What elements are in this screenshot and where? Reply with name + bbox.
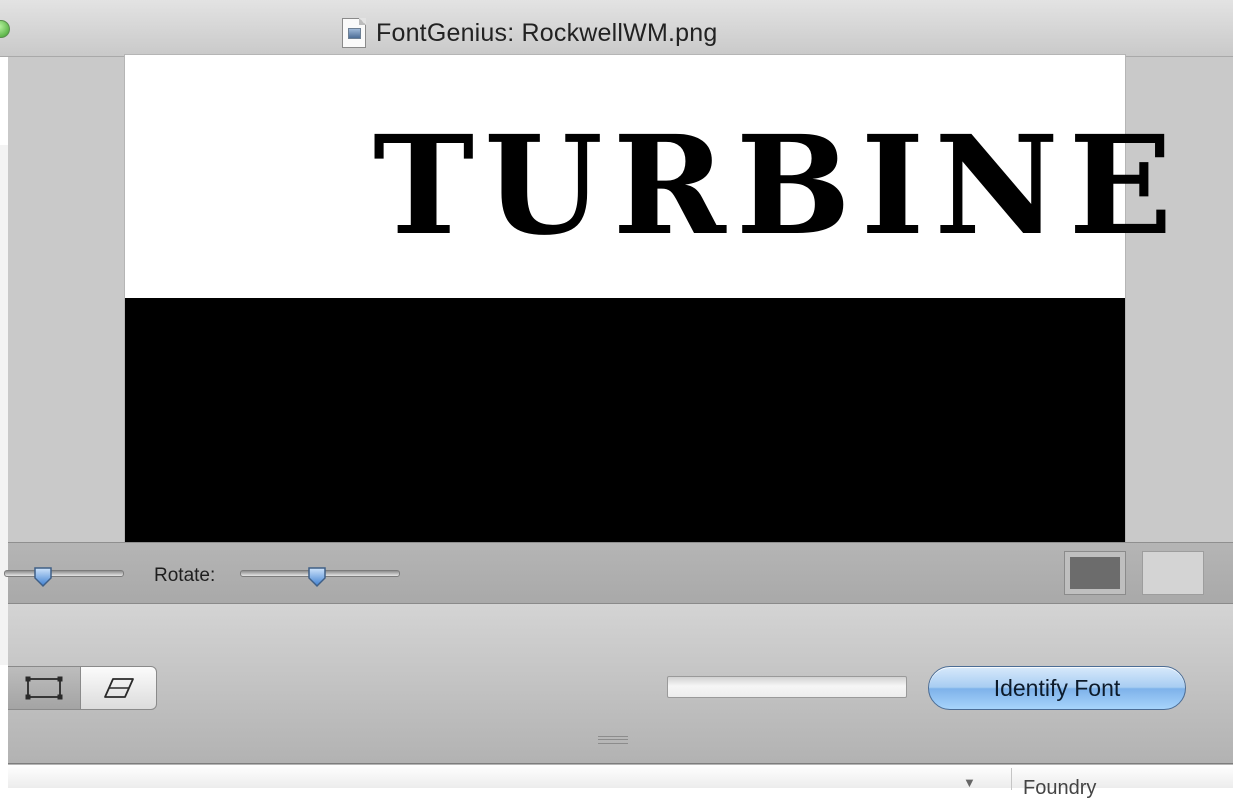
identify-font-button-label: Identify Font bbox=[993, 674, 1121, 701]
marquee-select-icon bbox=[25, 676, 63, 700]
window-title: FontGenius: RockwellWM.png bbox=[376, 18, 718, 47]
document-image-icon bbox=[342, 18, 366, 48]
identify-font-button[interactable]: Identify Font bbox=[928, 666, 1186, 710]
bottom-panel: Identify Font bbox=[8, 604, 1233, 764]
zoom-slider-knob[interactable] bbox=[33, 566, 53, 588]
dark-background-swatch[interactable] bbox=[1064, 551, 1126, 595]
eraser-icon bbox=[103, 678, 134, 698]
rotate-label: Rotate: bbox=[154, 565, 216, 586]
column-separator[interactable] bbox=[1011, 768, 1012, 790]
zoom-slider-track[interactable] bbox=[4, 570, 124, 577]
window-title-group: FontGenius: RockwellWM.png bbox=[342, 16, 717, 50]
light-background-swatch[interactable] bbox=[1142, 551, 1204, 595]
left-edge-highlight bbox=[0, 145, 8, 665]
selection-tool-button[interactable] bbox=[8, 667, 81, 709]
slider-knob-icon bbox=[34, 567, 52, 588]
column-header-foundry[interactable]: Foundry bbox=[1023, 777, 1096, 800]
title-bar: FontGenius: RockwellWM.png bbox=[0, 0, 1233, 57]
zoom-window-button[interactable] bbox=[0, 20, 10, 38]
rotate-slider-knob[interactable] bbox=[307, 566, 327, 588]
sample-image-text: TURBINE bbox=[373, 106, 1183, 266]
tool-segmented-control bbox=[8, 666, 157, 710]
eraser-tool-button[interactable] bbox=[81, 667, 156, 709]
slider-knob-icon bbox=[308, 567, 326, 588]
sample-image[interactable]: TURBINE bbox=[125, 55, 1172, 542]
adjustment-bar: Rotate: bbox=[4, 542, 1233, 604]
resize-grip-icon[interactable] bbox=[598, 736, 628, 744]
results-table-header: ▼ Foundry bbox=[8, 764, 1233, 799]
progress-bar bbox=[667, 676, 907, 698]
